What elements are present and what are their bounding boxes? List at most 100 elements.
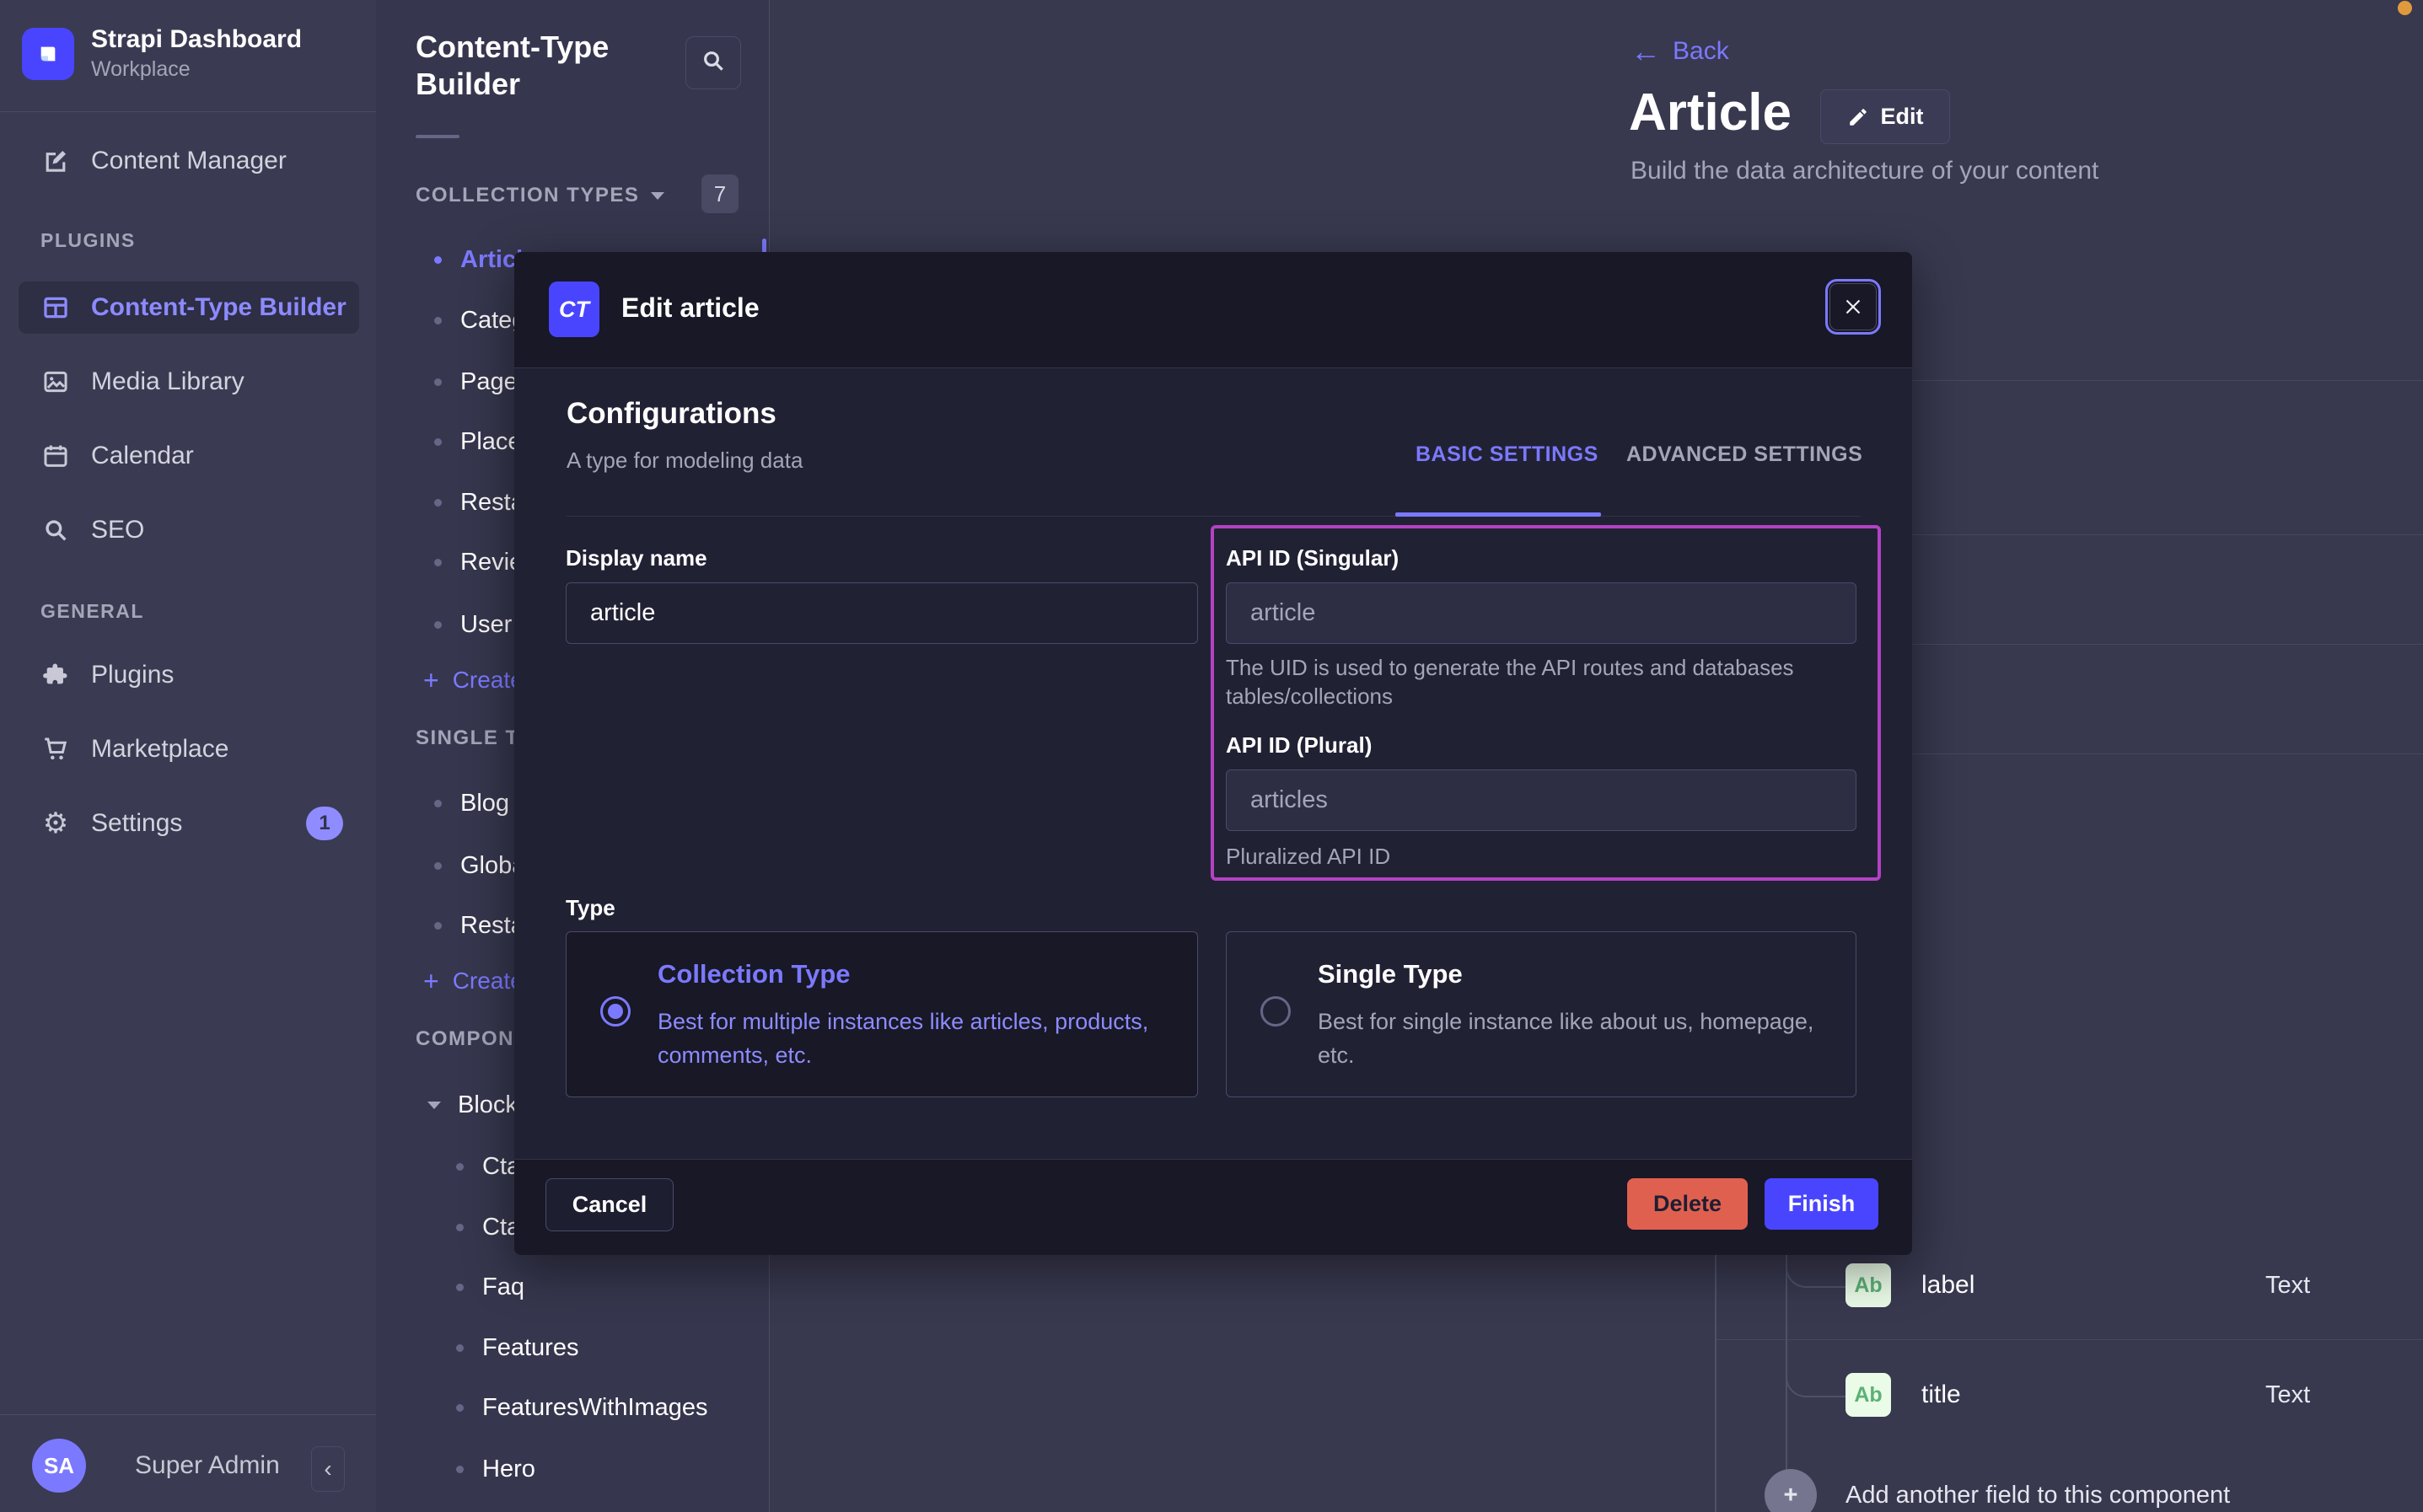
tabs-divider — [567, 516, 1860, 517]
tab-basic-settings[interactable]: BASIC SETTINGS — [1416, 442, 1598, 467]
close-button[interactable] — [1829, 283, 1877, 330]
component-featureswithimages[interactable]: FeaturesWithImages — [376, 1389, 769, 1426]
display-name-input[interactable] — [566, 582, 1198, 644]
sidebar-item-marketplace[interactable]: Marketplace — [0, 723, 376, 775]
text-field-type-icon: Ab — [1845, 1373, 1891, 1417]
row-separator — [1715, 1339, 2423, 1340]
plus-icon: + — [423, 665, 439, 696]
component-label: FeaturesWithImages — [482, 1394, 708, 1422]
single-card-desc: Best for single instance like about us, … — [1318, 1005, 1824, 1072]
radio-selected-icon[interactable] — [600, 996, 631, 1027]
bullet-icon — [456, 1224, 464, 1231]
sidebar-item-seo[interactable]: SEO — [0, 504, 376, 556]
pencil-icon — [1847, 106, 1869, 128]
text-field-type-icon: Ab — [1845, 1263, 1891, 1307]
main-sidebar: Strapi Dashboard Workplace Content Manag… — [0, 0, 377, 1512]
api-id-singular-hint: The UID is used to generate the API rout… — [1226, 653, 1799, 710]
plus-icon: + — [423, 966, 439, 997]
bullet-icon — [434, 499, 442, 507]
collection-type-card[interactable]: Collection Type Best for multiple instan… — [566, 931, 1198, 1097]
modal-footer: Cancel Delete Finish — [514, 1159, 1912, 1255]
component-faq[interactable]: Faq — [376, 1268, 769, 1306]
app-subtitle: Workplace — [91, 57, 302, 82]
back-label: Back — [1673, 37, 1729, 66]
collection-type-label: User — [460, 611, 512, 639]
sidebar-item-settings[interactable]: ⚙ Settings 1 — [0, 797, 376, 850]
chevron-left-icon: ‹ — [324, 1456, 331, 1483]
back-link[interactable]: ← Back — [1631, 34, 1729, 69]
edit-article-modal: CT Edit article Configurations A type fo… — [514, 252, 1912, 1255]
type-label: Type — [566, 895, 615, 921]
sidebar-item-label: SEO — [91, 516, 144, 544]
bullet-icon — [434, 621, 442, 629]
collection-card-title: Collection Type — [658, 959, 851, 989]
strapi-logo-icon — [22, 28, 74, 80]
single-type-label: Blog — [460, 790, 509, 818]
bullet-icon — [456, 1466, 464, 1473]
panel-title: Content-Type Builder — [416, 29, 609, 103]
sidebar-collapse-button[interactable]: ‹ — [311, 1446, 345, 1492]
search-icon — [700, 47, 727, 78]
sidebar-item-label: Calendar — [91, 442, 194, 470]
sidebar-item-label: Settings — [91, 809, 182, 838]
content-type-badge: CT — [549, 281, 599, 337]
table-row-label[interactable]: Ab label Text — [1845, 1260, 1974, 1311]
collection-card-desc: Best for multiple instances like article… — [658, 1005, 1155, 1072]
user-avatar[interactable]: SA — [32, 1439, 86, 1493]
add-field-to-component-button[interactable]: + Add another field to this component — [1765, 1469, 2230, 1512]
component-label: Features — [482, 1334, 578, 1362]
api-id-singular-input[interactable] — [1226, 582, 1856, 644]
collection-types-header[interactable]: COLLECTION TYPES — [416, 184, 664, 207]
modal-header: CT Edit article — [514, 252, 1912, 368]
sidebar-item-calendar[interactable]: Calendar — [0, 430, 376, 482]
finish-button[interactable]: Finish — [1765, 1178, 1878, 1230]
active-tab-underline — [1395, 512, 1601, 517]
sidebar-item-label: Plugins — [91, 661, 174, 689]
radio-unselected-icon[interactable] — [1260, 996, 1291, 1027]
bullet-icon — [434, 800, 442, 807]
api-id-plural-input[interactable] — [1226, 769, 1856, 831]
sidebar-item-content-type-builder[interactable]: Content-Type Builder — [19, 281, 359, 334]
panel-search-button[interactable] — [685, 36, 741, 89]
panel-divider — [416, 135, 459, 138]
configurations-title: Configurations — [567, 397, 776, 431]
sidebar-item-media-library[interactable]: Media Library — [0, 356, 376, 408]
bullet-icon — [434, 317, 442, 324]
component-features[interactable]: Features — [376, 1329, 769, 1366]
table-row-title[interactable]: Ab title Text — [1845, 1370, 1961, 1420]
sidebar-section-general: GENERAL — [40, 600, 144, 623]
grid-icon — [40, 292, 71, 323]
arrow-left-icon: ← — [1631, 34, 1661, 69]
field-type: Text — [2265, 1381, 2310, 1409]
sidebar-item-plugins[interactable]: Plugins — [0, 649, 376, 701]
single-card-title: Single Type — [1318, 959, 1463, 989]
recording-indicator-dot — [2398, 1, 2412, 15]
api-id-singular-label: API ID (Singular) — [1226, 545, 1399, 571]
component-hero[interactable]: Hero — [376, 1450, 769, 1488]
field-name: title — [1921, 1381, 1961, 1409]
chevron-down-icon — [427, 1102, 441, 1109]
sidebar-item-label: Content Manager — [91, 147, 287, 175]
chevron-down-icon — [651, 192, 664, 200]
bullet-icon — [434, 378, 442, 386]
workspace-header[interactable]: Strapi Dashboard Workplace — [22, 25, 302, 82]
single-type-card[interactable]: Single Type Best for single instance lik… — [1226, 931, 1856, 1097]
sidebar-item-label: Media Library — [91, 367, 244, 396]
component-label: Faq — [482, 1273, 524, 1301]
image-icon — [40, 367, 71, 397]
app-title: Strapi Dashboard — [91, 25, 302, 54]
sidebar-divider — [0, 111, 376, 112]
sidebar-item-label: Marketplace — [91, 735, 228, 764]
sidebar-item-content-manager[interactable]: Content Manager — [0, 135, 376, 187]
bullet-icon — [434, 862, 442, 870]
settings-notification-badge: 1 — [306, 807, 343, 840]
modal-title: Edit article — [621, 292, 760, 324]
edit-button[interactable]: Edit — [1820, 89, 1950, 144]
api-id-plural-label: API ID (Plural) — [1226, 732, 1372, 759]
delete-button[interactable]: Delete — [1627, 1178, 1748, 1230]
bullet-icon — [456, 1163, 464, 1171]
cancel-button[interactable]: Cancel — [545, 1178, 674, 1231]
sidebar-item-label: Content-Type Builder — [91, 293, 347, 322]
tab-advanced-settings[interactable]: ADVANCED SETTINGS — [1626, 442, 1862, 467]
sidebar-section-plugins: PLUGINS — [40, 229, 136, 252]
